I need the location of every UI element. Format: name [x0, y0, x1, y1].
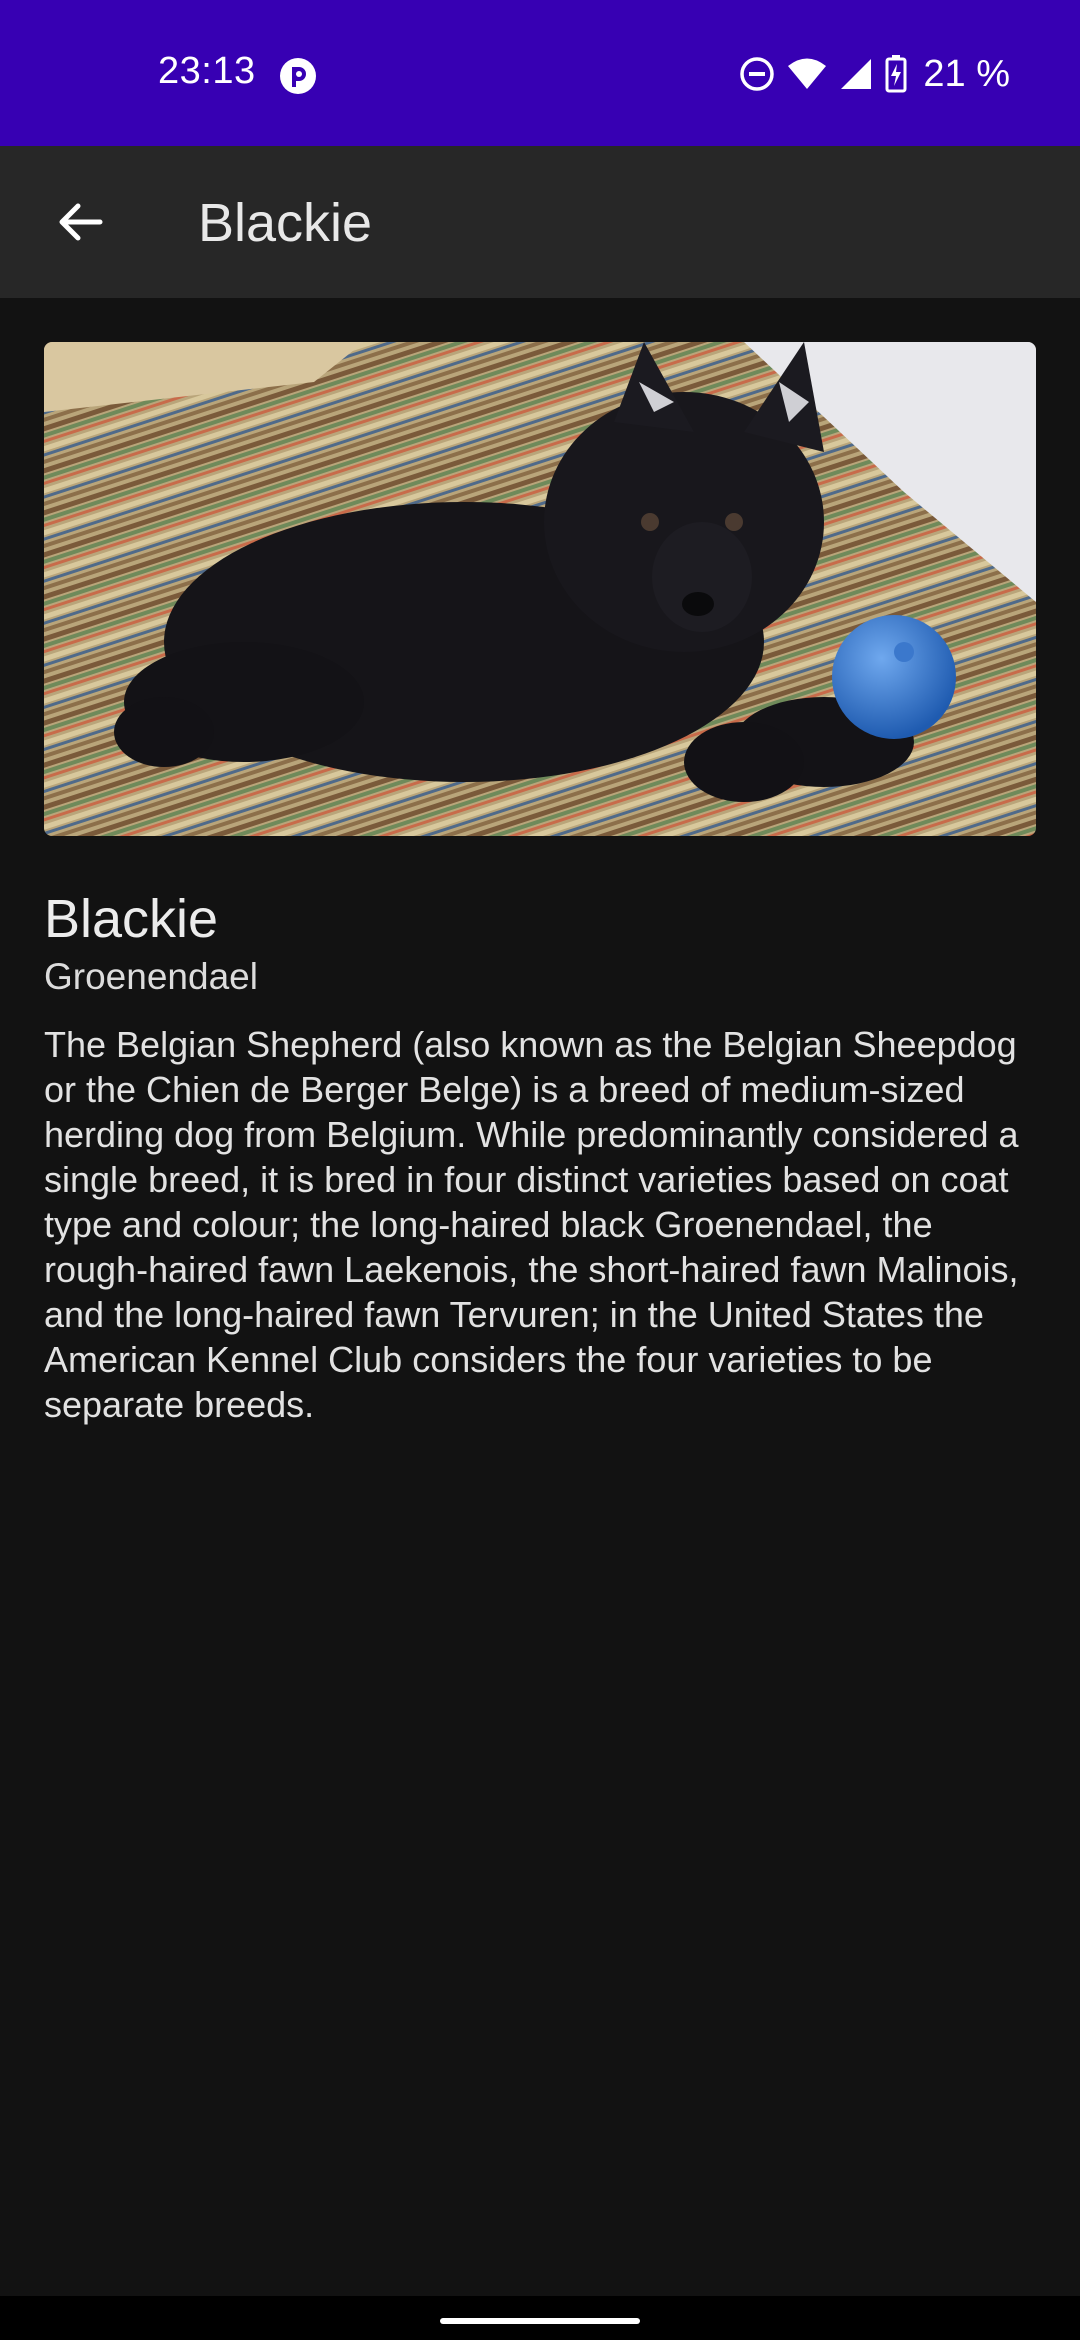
arrow-back-icon	[59, 203, 103, 241]
do-not-disturb-icon	[740, 57, 775, 91]
page-title: Blackie	[198, 193, 373, 253]
dog-name: Blackie	[44, 889, 219, 949]
back-button[interactable]	[40, 182, 120, 262]
cell-signal-icon	[841, 59, 872, 89]
home-gesture-handle[interactable]	[440, 2318, 640, 2324]
top-app-bar: Blackie	[0, 146, 1080, 298]
dog-description: The Belgian Shepherd (also known as the …	[44, 1024, 1019, 1425]
dog-photo	[44, 342, 1036, 836]
battery-charging-icon	[885, 55, 907, 93]
wifi-icon	[788, 58, 827, 89]
status-bar: 23:13 21 %	[0, 0, 1080, 146]
battery-percentage: 21 %	[923, 52, 1010, 95]
app-notification-icon	[280, 58, 316, 94]
dog-detail: Blackie Groenendael The Belgian Shepherd…	[44, 342, 1036, 1427]
dog-breed: Groenendael	[44, 956, 258, 997]
status-time: 23:13	[158, 50, 256, 92]
status-indicators: 21 %	[739, 52, 1010, 96]
